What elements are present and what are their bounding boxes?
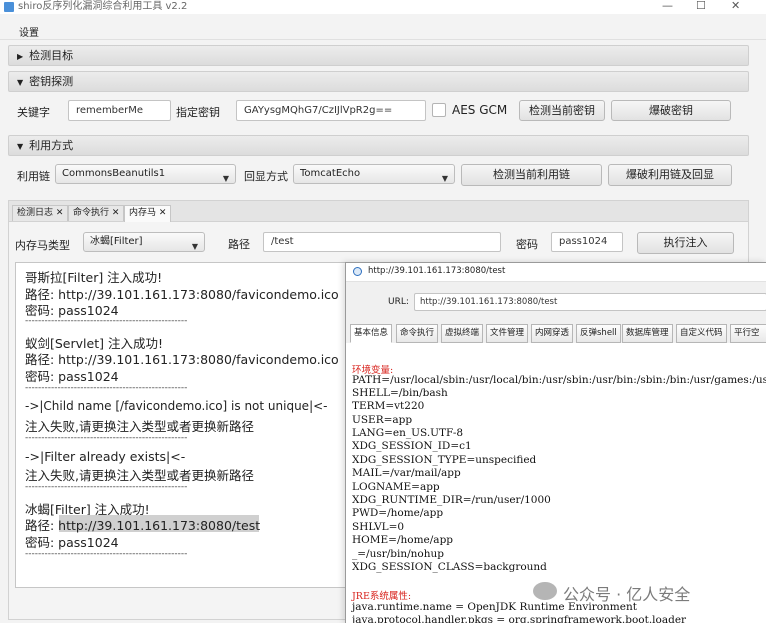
url-input[interactable]: http://39.101.161.173:8080/test — [414, 293, 766, 311]
output-line: ->|Filter already exists|<- — [25, 449, 186, 464]
tab-memshell[interactable]: 内存马 ✕ — [124, 205, 172, 222]
behinder-title: http://39.101.161.173:8080/test — [368, 266, 506, 276]
key-input[interactable]: GAYysgMQhG7/CzIJlVpR2g== — [236, 100, 426, 121]
echo-label: 回显方式 — [244, 170, 288, 183]
close-icon[interactable]: ✕ — [159, 208, 167, 218]
expand-right-icon: ▶ — [17, 52, 24, 61]
tab-file-manager[interactable]: 文件管理 — [486, 324, 529, 343]
output-textarea[interactable]: 哥斯拉[Filter] 注入成功! 路径: http://39.101.161.… — [15, 262, 347, 588]
tab-parallel-space[interactable]: 平行空 — [730, 324, 766, 343]
env-line: SHLVL=0 — [352, 521, 405, 533]
env-line: _=/usr/bin/nohup — [352, 548, 445, 560]
memshell-type-label: 内存马类型 — [15, 239, 70, 252]
key-label: 指定密钥 — [176, 106, 220, 119]
menu-bar: 设置 — [0, 22, 766, 40]
section-key-label: 密钥探测 — [29, 75, 74, 88]
watermark-text: 公众号 · 亿人安全 — [563, 585, 691, 604]
chevron-down-icon: ▼ — [441, 174, 448, 183]
maximize-button[interactable]: ☐ — [696, 0, 706, 12]
keyword-label: 关键字 — [17, 106, 50, 119]
section-exploit-label: 利用方式 — [29, 139, 74, 152]
env-line: PATH=/usr/local/sbin:/usr/local/bin:/usr… — [352, 374, 766, 386]
section-exploit[interactable]: ▼ 利用方式 — [8, 135, 749, 156]
tab-virtual-terminal[interactable]: 虚拟终端 — [441, 324, 484, 343]
path-input[interactable]: /test — [263, 232, 501, 252]
brute-key-button[interactable]: 爆破密钥 — [611, 100, 731, 121]
env-line: USER=app — [352, 414, 413, 426]
env-line: XDG_SESSION_TYPE=unspecified — [352, 454, 537, 466]
env-line: XDG_RUNTIME_DIR=/run/user/1000 — [352, 494, 551, 506]
section-target[interactable]: ▶ 检测目标 — [8, 45, 749, 66]
collapse-down-icon: ▼ — [17, 142, 24, 151]
tab-db-manager[interactable]: 数据库管理 — [622, 324, 673, 343]
env-line: SHELL=/bin/bash — [352, 387, 448, 399]
brute-chain-button[interactable]: 爆破利用链及回显 — [608, 164, 732, 186]
collapse-down-icon: ▼ — [17, 78, 24, 87]
separator-line: ----------------------------------------… — [25, 316, 188, 326]
chevron-down-icon: ▼ — [191, 242, 198, 251]
tab-basic-info[interactable]: 基本信息 — [350, 324, 393, 343]
jre-header: JRE系统属性: — [352, 591, 412, 602]
inject-button[interactable]: 执行注入 — [637, 232, 734, 254]
window-title: shiro反序列化漏洞综合利用工具 v2.2 — [18, 1, 188, 12]
separator-line: ----------------------------------------… — [25, 482, 188, 492]
jre-line: java.protocol.handler.pkgs = org.springf… — [352, 614, 687, 623]
separator-line: ----------------------------------------… — [25, 383, 188, 393]
tab-custom-code[interactable]: 自定义代码 — [676, 324, 727, 343]
menu-settings[interactable]: 设置 — [19, 24, 39, 39]
tab-label: 检测日志 — [17, 208, 54, 218]
behinder-url-bar: URL: http://39.101.161.173:8080/test — [346, 281, 766, 315]
env-line: PWD=/home/app — [352, 507, 444, 519]
tab-reverse-shell[interactable]: 反弹shell — [576, 324, 621, 343]
env-line: LANG=en_US.UTF-8 — [352, 427, 464, 439]
minimize-button[interactable]: — — [662, 0, 673, 12]
keyword-input[interactable]: rememberMe — [68, 100, 171, 121]
globe-icon — [353, 267, 362, 276]
output-line: ->|Child name [/favicondemo.ico] is not … — [25, 399, 328, 413]
memshell-type-select[interactable]: 冰蝎[Filter] ▼ — [83, 232, 205, 252]
memshell-type-value: 冰蝎[Filter] — [90, 236, 143, 247]
app-icon — [4, 2, 14, 12]
chain-select[interactable]: CommonsBeanutils1 ▼ — [55, 164, 236, 184]
close-icon[interactable]: ✕ — [56, 208, 64, 218]
behinder-title-bar: http://39.101.161.173:8080/test — [346, 263, 766, 281]
aes-gcm-label: AES GCM — [452, 103, 508, 117]
chain-label: 利用链 — [17, 170, 50, 183]
section-target-label: 检测目标 — [29, 49, 74, 62]
env-line: HOME=/home/app — [352, 534, 454, 546]
chevron-down-icon: ▼ — [222, 174, 229, 183]
chain-select-value: CommonsBeanutils1 — [62, 168, 166, 179]
close-icon[interactable]: ✕ — [112, 208, 120, 218]
env-line: XDG_SESSION_ID=c1 — [352, 440, 472, 452]
env-panel: 环境变量: PATH=/usr/local/sbin:/usr/local/bi… — [346, 343, 766, 623]
echo-select[interactable]: TomcatEcho ▼ — [293, 164, 455, 184]
detect-key-button[interactable]: 检测当前密钥 — [519, 100, 605, 121]
env-line: TERM=vt220 — [352, 400, 425, 412]
password-label: 密码 — [516, 238, 538, 251]
tab-command[interactable]: 命令执行 ✕ — [68, 205, 125, 221]
section-key-detect[interactable]: ▼ 密钥探测 — [8, 71, 749, 92]
env-line: XDG_SESSION_CLASS=background — [352, 561, 547, 573]
tab-label: 命令执行 — [73, 208, 110, 218]
tab-detect-log[interactable]: 检测日志 ✕ — [12, 205, 69, 221]
detect-chain-button[interactable]: 检测当前利用链 — [461, 164, 602, 186]
aes-gcm-checkbox[interactable] — [432, 103, 446, 117]
url-label: URL: — [388, 297, 409, 307]
wechat-icon — [533, 582, 557, 600]
separator-line: ----------------------------------------… — [25, 549, 188, 559]
title-bar: shiro反序列化漏洞综合利用工具 v2.2 — ☐ ✕ — [0, 0, 766, 14]
separator-line: ----------------------------------------… — [25, 433, 188, 443]
tab-command-exec[interactable]: 命令执行 — [396, 324, 439, 343]
path-label: 路径 — [228, 238, 250, 251]
echo-select-value: TomcatEcho — [300, 168, 361, 179]
password-input[interactable]: pass1024 — [551, 232, 623, 252]
tab-intranet-tunnel[interactable]: 内网穿透 — [531, 324, 574, 343]
env-line: MAIL=/var/mail/app — [352, 467, 461, 479]
env-line: LOGNAME=app — [352, 481, 440, 493]
close-button[interactable]: ✕ — [731, 0, 740, 12]
tab-label: 内存马 — [129, 208, 157, 218]
